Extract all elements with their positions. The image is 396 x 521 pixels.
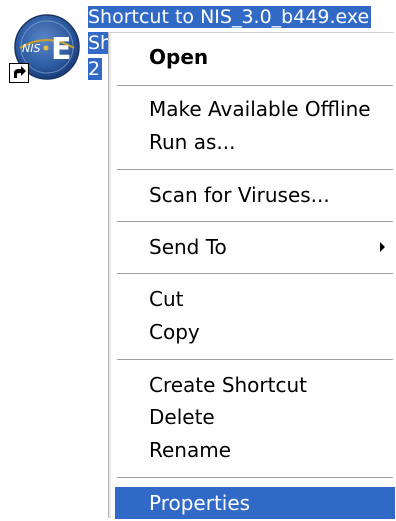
submenu-arrow-icon [380, 242, 385, 252]
menu-item-send-to[interactable]: Send To [115, 231, 395, 263]
menu-separator [117, 221, 393, 222]
menu-item-delete[interactable]: Delete [115, 401, 395, 433]
menu-item-scan-for-viruses[interactable]: Scan for Viruses... [115, 179, 395, 211]
menu-separator [117, 273, 393, 274]
menu-item-properties[interactable]: Properties [115, 487, 395, 519]
menu-separator [117, 477, 393, 478]
filename-line-1: Shortcut to NIS_3.0_b449.exe [88, 6, 372, 28]
svg-text:NIS: NIS [22, 42, 40, 55]
desktop: NIS E Shortcut to NIS_3.0_b449.exe Sh 2 … [0, 0, 396, 521]
svg-text:E: E [51, 32, 72, 67]
menu-item-run-as[interactable]: Run as... [115, 126, 395, 158]
menu-item-create-shortcut[interactable]: Create Shortcut [115, 369, 395, 401]
menu-separator [117, 169, 393, 170]
menu-item-cut[interactable]: Cut [115, 283, 395, 315]
desktop-shortcut[interactable]: NIS E [6, 8, 86, 88]
shortcut-arrow-icon [9, 63, 29, 83]
context-menu: Open Make Available Offline Run as... Sc… [108, 32, 395, 519]
menu-separator [117, 359, 393, 360]
menu-item-send-to-label: Send To [149, 235, 227, 259]
menu-item-copy[interactable]: Copy [115, 316, 395, 348]
filename-line-3: 2 [88, 58, 103, 80]
menu-separator [117, 85, 393, 86]
menu-item-rename[interactable]: Rename [115, 434, 395, 466]
menu-item-make-available-offline[interactable]: Make Available Offline [115, 93, 395, 125]
filename-line-2: Sh [88, 30, 110, 56]
menu-item-open[interactable]: Open [115, 41, 395, 73]
